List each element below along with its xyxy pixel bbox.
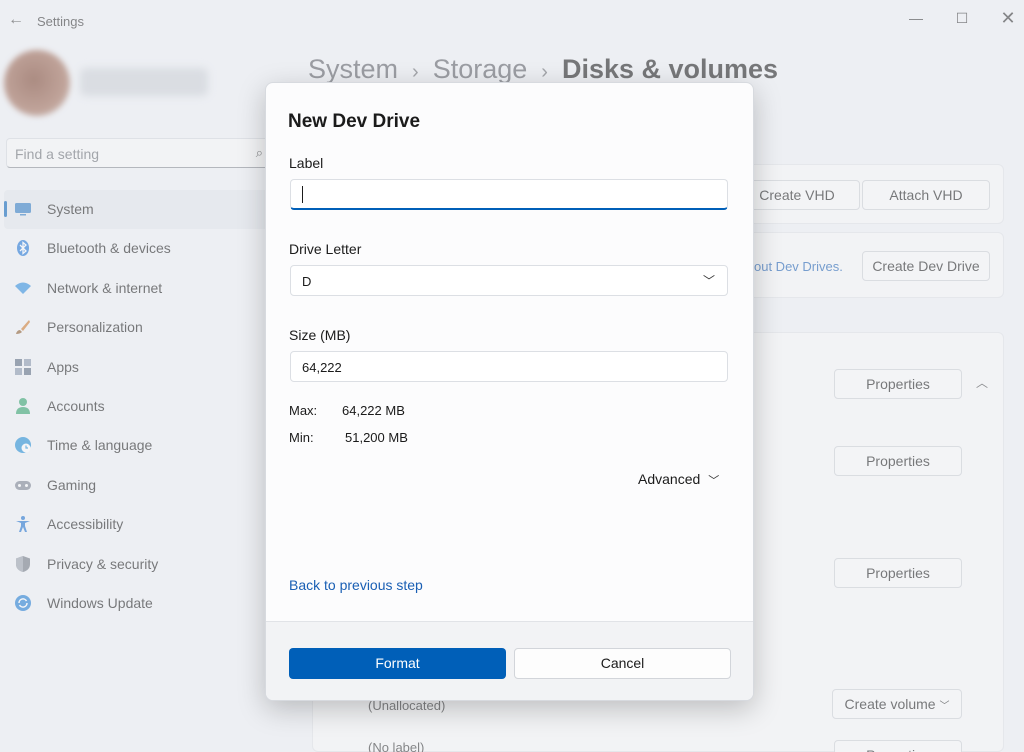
back-to-previous-step-link[interactable]: Back to previous step	[289, 577, 423, 593]
dialog-footer: Format Cancel	[266, 621, 753, 700]
advanced-label: Advanced	[638, 471, 701, 487]
drive-letter-label: Drive Letter	[289, 241, 362, 257]
size-label: Size (MB)	[289, 327, 351, 343]
min-value: 51,200 MB	[345, 430, 408, 445]
max-label: Max:	[289, 403, 318, 418]
drive-letter-select[interactable]: D ﹀	[290, 265, 728, 296]
chevron-down-icon: ﹀	[702, 274, 715, 288]
advanced-expander[interactable]: Advanced ﹀	[638, 471, 719, 488]
label-field-label: Label	[289, 155, 324, 171]
size-input[interactable]: 64,222	[290, 351, 728, 382]
drive-letter-value: D	[302, 274, 312, 289]
chevron-down-icon: ﹀	[708, 475, 720, 487]
max-value: 64,222 MB	[342, 403, 405, 418]
min-label: Min:	[289, 430, 314, 445]
label-input[interactable]	[290, 179, 728, 210]
new-dev-drive-dialog: New Dev Drive Label Drive Letter D ﹀ Siz…	[265, 82, 754, 701]
cancel-button[interactable]: Cancel	[514, 648, 731, 679]
dialog-title: New Dev Drive	[288, 111, 421, 132]
size-value: 64,222	[302, 360, 342, 375]
format-button[interactable]: Format	[289, 648, 506, 679]
text-caret	[302, 186, 303, 203]
